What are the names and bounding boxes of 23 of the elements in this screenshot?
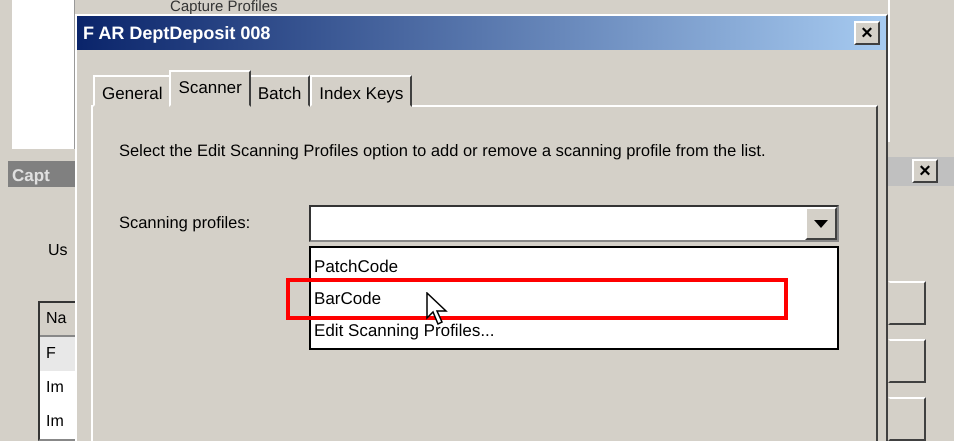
tab[interactable]: Index Keys xyxy=(310,75,412,107)
tab[interactable]: General xyxy=(93,75,172,107)
window-title: Capt xyxy=(8,161,75,187)
field-label: Scanning profiles: xyxy=(119,213,252,234)
combo-box[interactable] xyxy=(309,205,839,242)
window-title: Capture Profiles xyxy=(169,0,279,14)
caret-icon xyxy=(814,220,828,228)
instruction-text: Select the Edit Scanning Profiles option to add or remove a scanning profile from the list. xyxy=(119,141,767,161)
button[interactable] xyxy=(888,281,926,325)
dialog-title: F AR DeptDeposit 008 xyxy=(83,22,270,45)
list-item[interactable]: Im xyxy=(40,371,75,405)
list-item[interactable]: F xyxy=(40,337,75,371)
dropdown-option[interactable]: PatchCode xyxy=(311,250,837,282)
button[interactable] xyxy=(888,397,926,441)
tab[interactable]: Scanner xyxy=(169,70,251,107)
close-button[interactable]: × xyxy=(912,159,938,184)
tab[interactable]: Batch xyxy=(248,75,310,107)
column-header[interactable]: Na xyxy=(40,303,75,337)
close-button[interactable]: × xyxy=(854,21,880,45)
list-item[interactable]: Im xyxy=(40,405,75,439)
button[interactable] xyxy=(888,339,926,383)
field-label: Us xyxy=(48,241,69,261)
dropdown-button[interactable] xyxy=(805,207,837,240)
